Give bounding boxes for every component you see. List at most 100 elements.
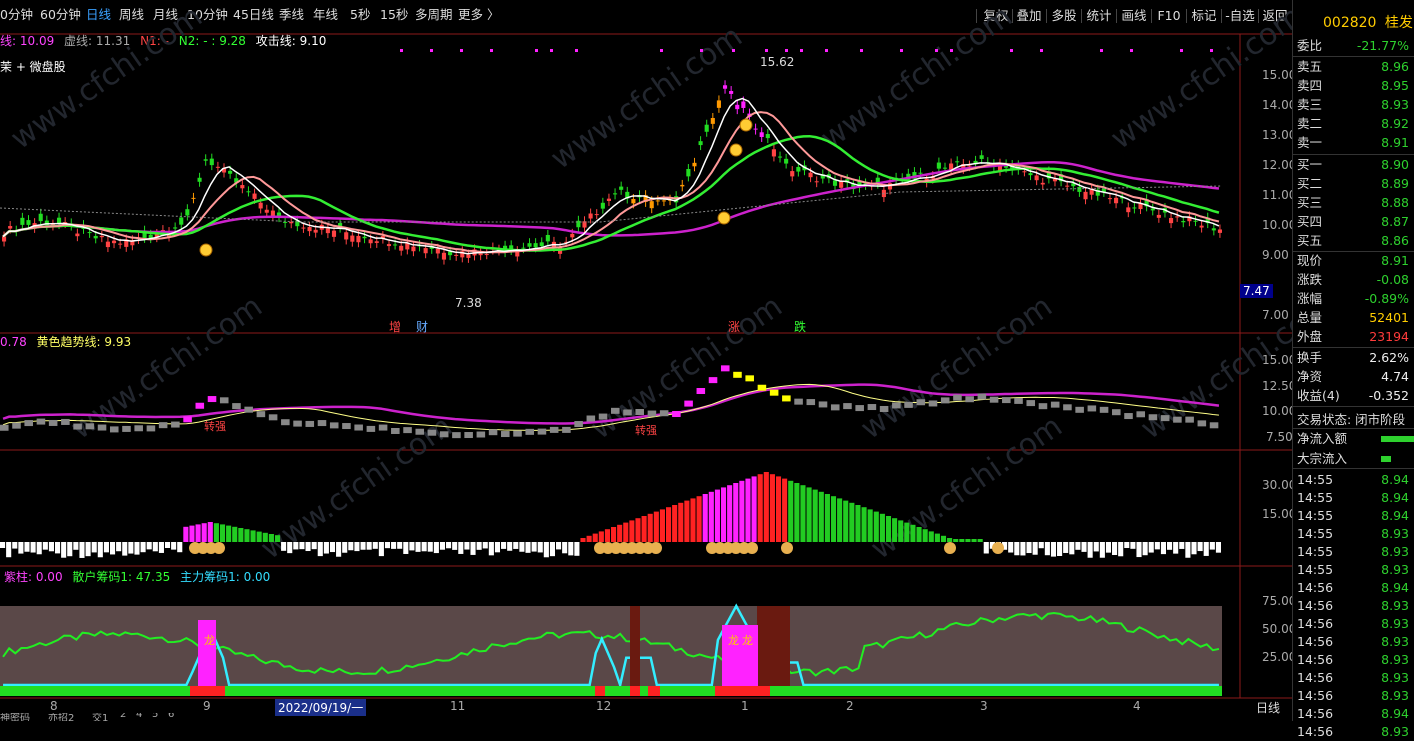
bottom-tab[interactable]: 2 — [120, 713, 126, 720]
bottom-tab[interactable]: 亦招2 — [48, 713, 74, 721]
money-bag-icon — [213, 542, 225, 554]
volume-bar — [617, 524, 623, 542]
signal-dot — [550, 49, 553, 52]
volume-bar — [458, 542, 464, 554]
trend-block — [1136, 411, 1146, 418]
ask-row[interactable]: 卖二 8.92 — [1297, 115, 1413, 133]
candle — [399, 245, 404, 251]
volume-bar — [201, 523, 207, 542]
candle — [8, 226, 13, 229]
volume-bar — [1069, 542, 1075, 555]
candle — [979, 155, 984, 159]
tick-row: 14:55 8.93 — [1297, 525, 1413, 543]
volume-bar — [953, 539, 959, 542]
y-tick: 7.50 — [1266, 430, 1293, 444]
trend-block — [1002, 397, 1011, 404]
volume-bar — [769, 474, 775, 542]
volume-bar — [1197, 542, 1203, 552]
candle — [1126, 207, 1131, 213]
trend-block — [427, 429, 437, 436]
bottom-tab[interactable]: 5 — [152, 713, 158, 720]
ask-row[interactable]: 卖五 8.96 — [1297, 58, 1413, 76]
volume-bar — [507, 542, 513, 551]
volume-bar — [818, 491, 824, 542]
candle — [1083, 191, 1088, 200]
candle — [356, 235, 361, 243]
volume-bar — [262, 532, 268, 542]
tick-row: 14:56 8.94 — [1297, 705, 1413, 723]
trend-block — [122, 425, 131, 432]
volume-bar — [348, 542, 354, 551]
quote-panel: 002820 桂发 委比 -21.77% 卖五 8.96 卖四 8.95 卖三 8.93… — [1292, 0, 1414, 739]
ask-price: 8.96 — [1381, 59, 1409, 74]
volume-bar — [244, 529, 250, 542]
volume-bar — [537, 542, 543, 553]
bottom-tab[interactable]: 交1 — [92, 713, 108, 721]
volume-bar — [519, 542, 525, 552]
candle — [539, 242, 544, 247]
volume-bar — [452, 542, 458, 550]
candle — [545, 234, 550, 242]
bid-row[interactable]: 买二 8.89 — [1297, 175, 1413, 193]
volume-bar — [207, 522, 213, 542]
candle — [967, 165, 972, 167]
bottom-tab[interactable]: 6 — [168, 713, 174, 720]
bid-row[interactable]: 买四 8.87 — [1297, 213, 1413, 231]
stat-label: 涨幅 — [1297, 291, 1323, 306]
trend-block — [1209, 422, 1219, 429]
candle — [386, 244, 392, 247]
bid-row[interactable]: 买一 8.90 — [1297, 156, 1413, 174]
x-tick: 1 — [741, 699, 749, 713]
trend-block — [391, 427, 400, 434]
trend-block — [244, 406, 253, 413]
trend-block — [281, 419, 290, 426]
ask-row[interactable]: 卖一 8.91 — [1297, 134, 1413, 152]
tick-time: 14:56 — [1297, 688, 1334, 703]
watermark: www.cfchi.com — [585, 289, 789, 447]
volume-bar — [323, 542, 329, 554]
tick-price: 8.93 — [1381, 544, 1409, 559]
candle — [362, 236, 367, 239]
trend-block — [867, 404, 877, 411]
trend-block — [501, 431, 510, 438]
trend-block — [562, 426, 571, 433]
volume-bar — [568, 542, 574, 556]
volume-bar — [586, 535, 592, 542]
candle — [448, 251, 453, 256]
volume-bar — [659, 509, 665, 542]
candle — [246, 191, 251, 193]
volume-bar — [1014, 542, 1020, 556]
bid-label: 买四 — [1297, 214, 1323, 229]
ask-row[interactable]: 卖三 8.93 — [1297, 96, 1413, 114]
candle — [1040, 182, 1045, 185]
tick-row: 14:56 8.94 — [1297, 579, 1413, 597]
trend-block — [256, 411, 266, 418]
bid-row[interactable]: 买三 8.88 — [1297, 194, 1413, 212]
signal-dot — [575, 49, 578, 52]
bid-price: 8.87 — [1381, 214, 1409, 229]
trend-block — [48, 419, 58, 426]
kline-chart[interactable]: www.cfchi.comwww.cfchi.comwww.cfchi.comw… — [0, 0, 1292, 721]
stat-value: 52401 — [1369, 310, 1409, 325]
volume-bar — [892, 518, 898, 542]
volume-bar — [183, 526, 189, 542]
webi-label: 委比 — [1297, 38, 1323, 53]
bid-row[interactable]: 买五 8.86 — [1297, 232, 1413, 250]
trend-block — [525, 428, 535, 435]
bottom-tab[interactable]: 4 — [136, 713, 142, 720]
trend-block — [769, 389, 779, 396]
signal-dot — [1010, 49, 1013, 52]
tick-row: 14:56 8.93 — [1297, 651, 1413, 669]
ask-row[interactable]: 卖四 8.95 — [1297, 77, 1413, 95]
stat-row: 净资 4.74 — [1297, 368, 1413, 386]
trend-block — [806, 399, 816, 406]
signal-dot — [825, 49, 828, 52]
y-tick: 9.00 — [1262, 248, 1289, 262]
candle — [631, 198, 636, 204]
trend-block — [855, 405, 864, 412]
bottom-tab[interactable]: 神密码 — [0, 713, 30, 721]
stat-label: 现价 — [1297, 253, 1323, 268]
volume-bar — [1148, 542, 1154, 553]
volume-bar — [152, 542, 158, 552]
candle — [1132, 207, 1137, 209]
